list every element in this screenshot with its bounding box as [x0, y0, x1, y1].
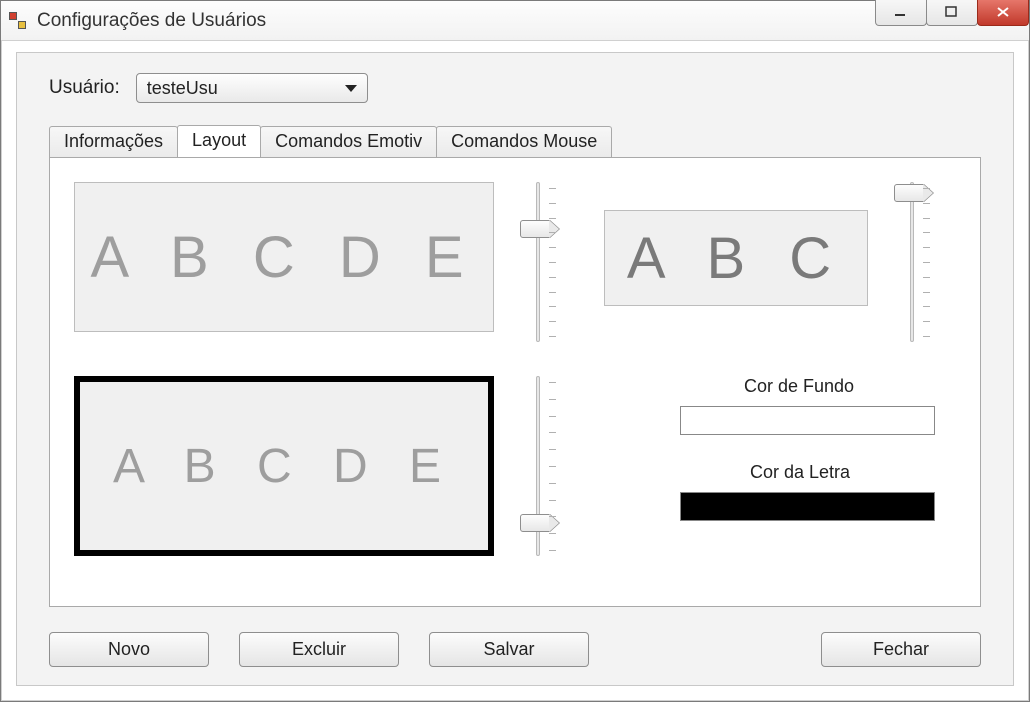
user-label: Usuário:	[49, 77, 120, 99]
window-controls	[876, 0, 1029, 26]
tab-informacoes[interactable]: Informações	[49, 126, 178, 158]
client-area: Usuário: testeUsu Informações Layout Com…	[5, 44, 1025, 697]
close-icon	[994, 5, 1012, 19]
tab-label: Layout	[192, 130, 246, 150]
font-preview-2: A B C	[604, 210, 868, 306]
font-preview-3: A B C D E	[74, 376, 494, 556]
user-row: Usuário: testeUsu	[49, 73, 368, 103]
button-label: Excluir	[292, 639, 346, 660]
user-combobox[interactable]: testeUsu	[136, 73, 368, 103]
button-bar: Novo Excluir Salvar Fechar	[49, 632, 981, 667]
tab-label: Informações	[64, 131, 163, 151]
tab-label: Comandos Mouse	[451, 131, 597, 151]
novo-button[interactable]: Novo	[49, 632, 209, 667]
button-label: Novo	[108, 639, 150, 660]
user-combobox-value: testeUsu	[147, 78, 218, 99]
bg-color-swatch[interactable]	[680, 406, 935, 435]
main-panel: Usuário: testeUsu Informações Layout Com…	[16, 52, 1014, 686]
button-label: Salvar	[483, 639, 534, 660]
tab-layout[interactable]: Layout	[177, 125, 261, 157]
excluir-button[interactable]: Excluir	[239, 632, 399, 667]
window-title: Configurações de Usuários	[37, 10, 266, 32]
preview-text: A B C D E	[113, 439, 455, 494]
salvar-button[interactable]: Salvar	[429, 632, 589, 667]
tab-comandos-emotiv[interactable]: Comandos Emotiv	[260, 126, 437, 158]
fg-color-swatch[interactable]	[680, 492, 935, 521]
tab-label: Comandos Emotiv	[275, 131, 422, 151]
fg-color-label: Cor da Letra	[750, 462, 850, 483]
tab-comandos-mouse[interactable]: Comandos Mouse	[436, 126, 612, 158]
chevron-down-icon	[345, 85, 357, 92]
font-size-slider-3[interactable]	[518, 376, 562, 556]
preview-text: A B C D E	[90, 224, 477, 291]
bg-color-label: Cor de Fundo	[744, 376, 854, 397]
button-label: Fechar	[873, 639, 929, 660]
minimize-button[interactable]	[875, 0, 927, 26]
tab-strip: Informações Layout Comandos Emotiv Coman…	[49, 125, 981, 157]
user-config-window: Configurações de Usuários Usuário: teste…	[0, 0, 1030, 702]
minimize-icon	[892, 5, 910, 19]
close-button[interactable]	[977, 0, 1029, 26]
preview-text: A B C	[627, 225, 845, 292]
app-icon	[9, 12, 27, 30]
font-size-slider-1[interactable]	[518, 182, 562, 342]
tab-control: Informações Layout Comandos Emotiv Coman…	[49, 125, 981, 607]
titlebar: Configurações de Usuários	[1, 1, 1029, 41]
maximize-icon	[943, 5, 961, 19]
fechar-button[interactable]: Fechar	[821, 632, 981, 667]
maximize-button[interactable]	[926, 0, 978, 26]
font-size-slider-2[interactable]	[892, 182, 936, 342]
tab-page-layout: A B C D E A B C A B C D E	[49, 157, 981, 607]
font-preview-1: A B C D E	[74, 182, 494, 332]
